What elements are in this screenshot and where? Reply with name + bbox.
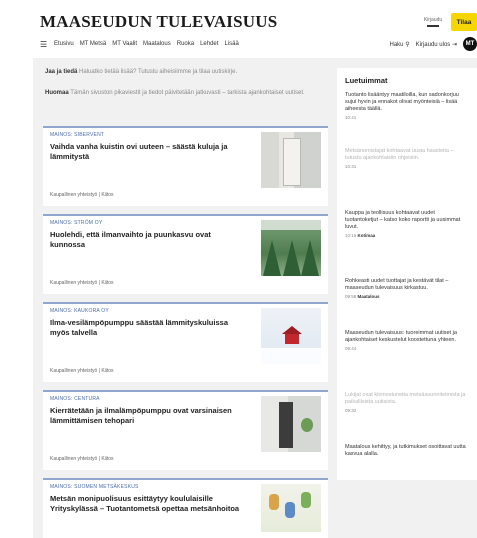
nav-item[interactable]: Lehdet — [200, 41, 218, 47]
thumbnail-heat-pump — [279, 402, 293, 448]
nav-item[interactable]: Etusivu — [54, 41, 74, 47]
article-kicker: MAINOS: CENTURA — [50, 396, 100, 402]
article-thumbnail[interactable] — [261, 308, 321, 364]
nav-item[interactable]: Ruoka — [177, 41, 194, 47]
most-read-text: Rohkeasti uudet tuottajat ja kestävät ti… — [345, 278, 449, 291]
nav-item[interactable]: MT Vaalit — [112, 41, 137, 47]
article-footer: Kaupallinen yhteistyö | Kiitos — [50, 280, 114, 286]
most-read-meta: 10:16 Kotimaa — [345, 233, 467, 238]
most-read-item[interactable]: Tuotanto lisääntyy maatiloilla, kun sado… — [345, 92, 467, 120]
article-thumbnail[interactable] — [261, 132, 321, 188]
most-read-time: 10:16 — [345, 233, 357, 238]
site-logo[interactable]: MAASEUDUN TULEVAISUUS — [40, 12, 277, 32]
article-footer: Kaupallinen yhteistyö | Kiitos — [50, 192, 114, 198]
thumbnail-snow — [261, 348, 321, 364]
most-read-meta: 10:41 — [345, 115, 467, 120]
most-read-item[interactable]: Metsänomistajat kohtaavat uusia haasteit… — [345, 148, 467, 169]
most-read-time: 10:41 — [345, 115, 357, 120]
article-card[interactable]: MAINOS: SIBERVENT Vaihda vanha kuistin o… — [43, 126, 328, 206]
most-read-meta: 10:31 — [345, 164, 467, 169]
most-read-text: Kauppa ja teollisuus kohtaavat uudet tuo… — [345, 210, 461, 230]
article-kicker: MAINOS: STRÖM OY — [50, 220, 103, 226]
thumbnail-roof — [282, 326, 302, 334]
avatar[interactable]: MT — [463, 37, 477, 51]
logout-icon: ⇥ — [451, 41, 457, 48]
article-footer: Kaupallinen yhteistyö | Kiitos — [50, 456, 114, 462]
subscribe-button[interactable]: Tilaa — [451, 13, 477, 31]
article-card[interactable]: MAINOS: CENTURA Kierrätetään ja ilmalämp… — [43, 390, 328, 470]
most-read-tag: Kotimaa — [357, 233, 376, 238]
thumbnail-house — [285, 334, 299, 344]
thumbnail-door — [283, 138, 301, 186]
article-headline[interactable]: Kierrätetään ja ilmalämpöpumppu ovat var… — [50, 406, 240, 425]
most-read-time: 09:44 — [345, 346, 357, 351]
most-read-item[interactable]: Rohkeasti uudet tuottajat ja kestävät ti… — [345, 278, 467, 299]
article-card[interactable]: MAINOS: KAUKORA OY Ilma-vesilämpöpumppu … — [43, 302, 328, 382]
nav-item[interactable]: Lisää — [224, 41, 238, 47]
search-icon: ⚲ — [405, 41, 410, 48]
most-read-text: Tuotanto lisääntyy maatiloilla, kun sado… — [345, 92, 459, 112]
article-headline[interactable]: Metsän monipuolisuus esittäytyy koululai… — [50, 494, 250, 513]
article-thumbnail[interactable] — [261, 220, 321, 276]
nav-item[interactable]: Maatalous — [143, 41, 171, 47]
most-read-item[interactable]: Lukijat ovat kiinnostuneita metsäsuunnit… — [345, 392, 467, 413]
main-nav: ☰ Etusivu MT Metsä MT Vaalit Maatalous R… — [40, 37, 477, 51]
sidebar-title: Luetuimmat — [345, 76, 388, 85]
most-read-item[interactable]: Kauppa ja teollisuus kohtaavat uudet tuo… — [345, 210, 467, 238]
user-label: Kirjaudu ulos — [415, 41, 451, 48]
article-thumbnail[interactable] — [261, 396, 321, 452]
notice-2-text[interactable]: Tämän sivuston pikaviestit ja tiedot päi… — [70, 90, 304, 96]
thumbnail-tree — [283, 240, 301, 276]
most-read-text: Metsänomistajat kohtaavat uusia haasteit… — [345, 148, 454, 161]
nav-item[interactable]: MT Metsä — [80, 41, 107, 47]
most-read-sidebar: Luetuimmat Tuotanto lisääntyy maatiloill… — [337, 68, 477, 480]
most-read-meta: 09:32 — [345, 408, 467, 413]
most-read-item[interactable]: Maaseudun tulevaisuus: tuoreimmat uutise… — [345, 330, 467, 351]
thumbnail-tree — [301, 240, 319, 276]
menu-icon[interactable]: ☰ — [40, 40, 48, 49]
header-tools: Kirjaudu Tilaa — [421, 10, 477, 34]
search-label: Haku — [389, 41, 404, 48]
article-headline[interactable]: Ilma-vesilämpöpumppu säästää lämmityskul… — [50, 318, 240, 337]
login-underline — [427, 25, 439, 27]
article-footer: Kaupallinen yhteistyö | Kiitos — [50, 368, 114, 374]
article-kicker: MAINOS: SUOMEN METSÄKESKUS — [50, 484, 139, 490]
most-read-item[interactable]: Maatalous kehittyy, ja tutkimukset osoit… — [345, 444, 467, 458]
thumbnail-figure — [301, 492, 311, 508]
login-label: Kirjaudu — [423, 17, 443, 23]
notice-2-bold: Huomaa — [45, 90, 69, 96]
most-read-time: 09:58 — [345, 294, 357, 299]
thumbnail-plant — [301, 418, 313, 432]
page: MAASEUDUN TULEVAISUUS Kirjaudu Tilaa ☰ E… — [33, 0, 477, 538]
most-read-time: 09:32 — [345, 408, 357, 413]
most-read-meta: 09:58 Maatalous — [345, 294, 467, 299]
thumbnail-figure — [285, 502, 295, 518]
article-headline[interactable]: Vaihda vanha kuistin ovi uuteen – säästä… — [50, 142, 240, 161]
article-card[interactable]: MAINOS: SUOMEN METSÄKESKUS Metsän monipu… — [43, 478, 328, 538]
most-read-time: 10:31 — [345, 164, 357, 169]
user-link[interactable]: Kirjaudu ulos ⇥ — [416, 41, 457, 48]
most-read-text: Lukijat ovat kiinnostuneita metsäsuunnit… — [345, 392, 466, 405]
thumbnail-figure — [269, 494, 279, 510]
article-headline[interactable]: Huolehdi, että ilmanvaihto ja puunkasvu … — [50, 230, 240, 249]
thumbnail-sky — [261, 220, 321, 230]
notice-1-text[interactable]: Haluatko tietää lisää? Tutustu aiheisiim… — [79, 69, 237, 75]
article-card[interactable]: MAINOS: STRÖM OY Huolehdi, että ilmanvai… — [43, 214, 328, 294]
thumbnail-tree — [263, 240, 281, 276]
most-read-text: Maatalous kehittyy, ja tutkimukset osoit… — [345, 444, 466, 457]
notice-1-bold: Jaa ja tiedä — [45, 69, 78, 75]
most-read-tag: Maatalous — [357, 294, 380, 299]
article-thumbnail[interactable] — [261, 484, 321, 532]
article-kicker: MAINOS: KAUKORA OY — [50, 308, 109, 314]
most-read-meta: 09:44 — [345, 346, 467, 351]
login-link[interactable]: Kirjaudu — [421, 17, 445, 27]
most-read-text: Maaseudun tulevaisuus: tuoreimmat uutise… — [345, 330, 457, 343]
article-kicker: MAINOS: SIBERVENT — [50, 132, 105, 138]
search-link[interactable]: Haku ⚲ — [390, 41, 410, 48]
